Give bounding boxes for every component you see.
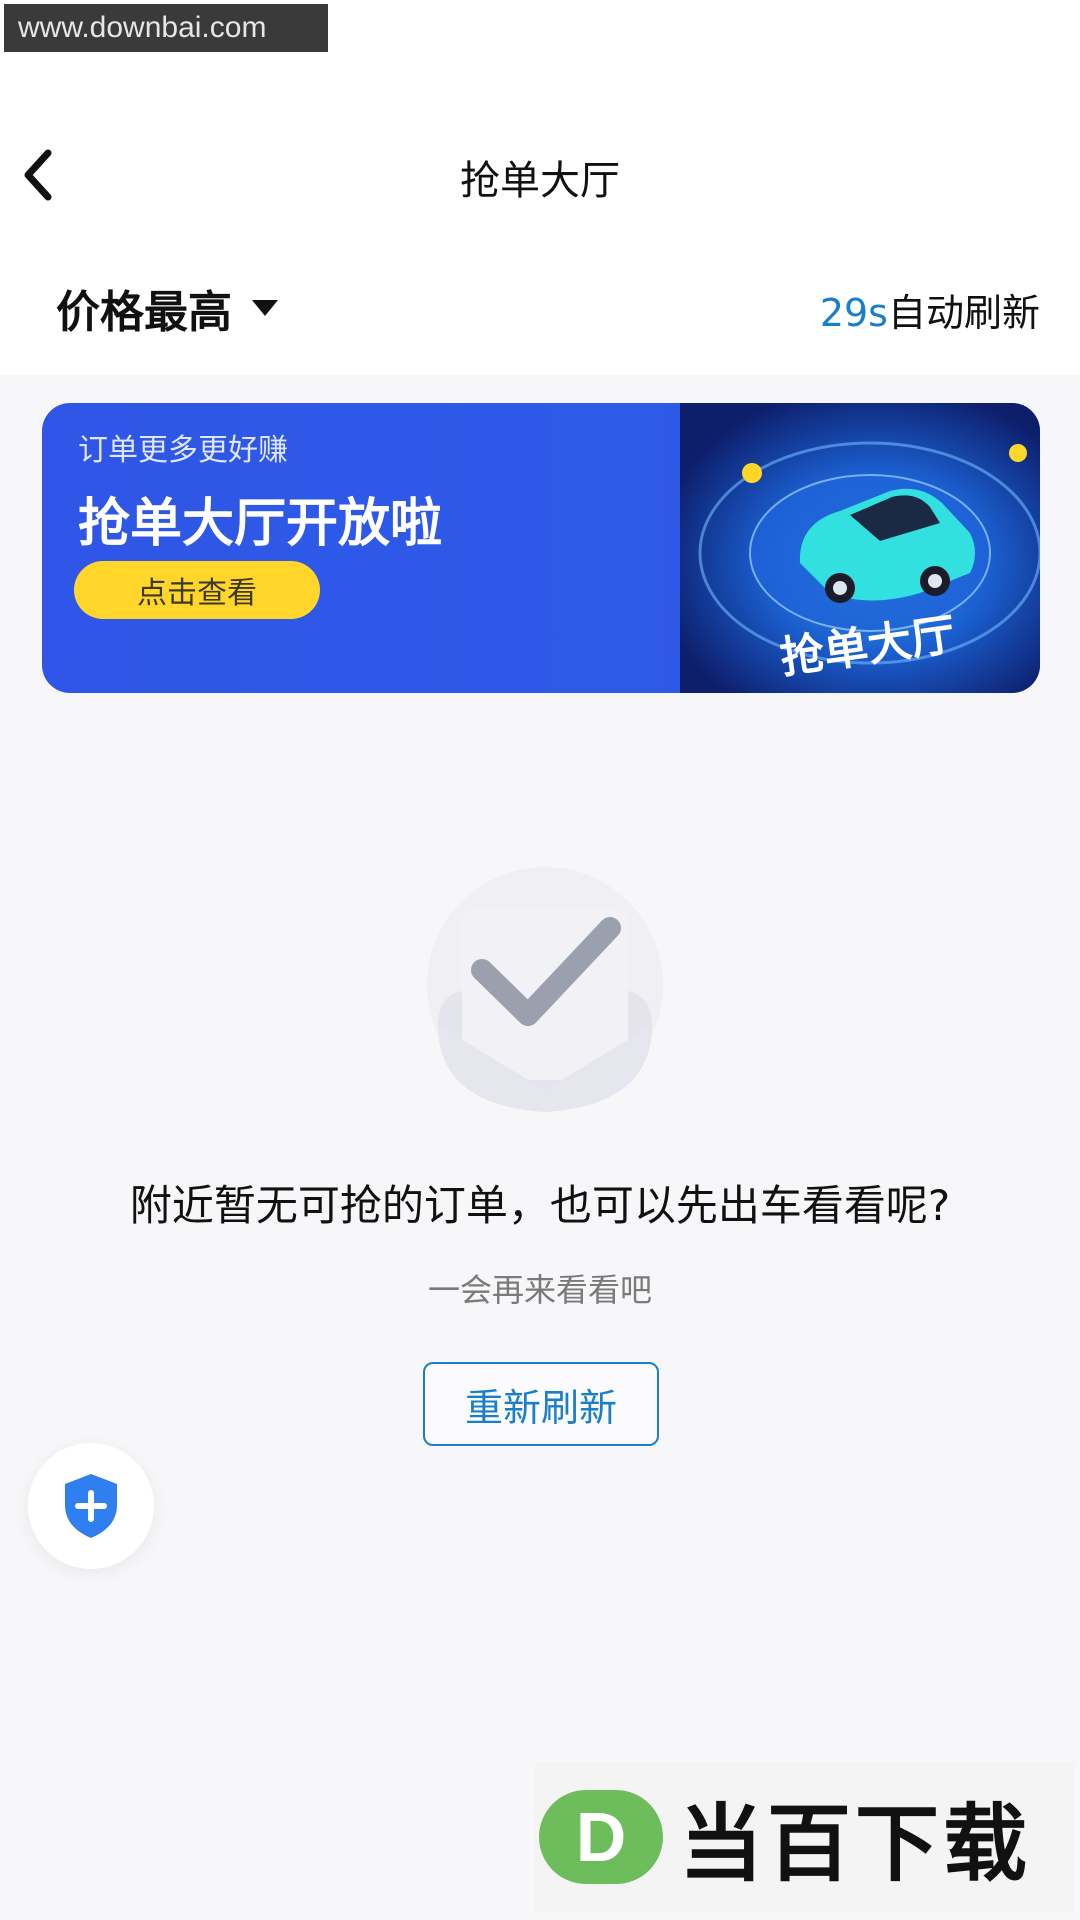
sort-dropdown[interactable]: 价格最高 [56, 278, 280, 338]
refresh-text: 自动刷新 [887, 291, 1040, 335]
sort-label: 价格最高 [56, 287, 232, 338]
empty-state-title: 附近暂无可抢的订单，也可以先出车看看呢? [129, 1181, 951, 1230]
auto-refresh-info: 29s 自动刷新 [820, 282, 1040, 337]
check-document-icon [427, 867, 663, 1112]
safety-shield-button[interactable] [28, 1443, 154, 1569]
banner-cta-button[interactable]: 点击查看 [74, 561, 320, 619]
header: 抢单大厅 价格最高 29s 自动刷新 [0, 0, 1080, 375]
empty-state-illustration [420, 850, 670, 1120]
shield-plus-icon [65, 1474, 117, 1538]
watermark-bottom: D 当百下载 [535, 1762, 1075, 1912]
refresh-button[interactable]: 重新刷新 [423, 1362, 659, 1446]
banner-subtitle: 订单更多更好赚 [78, 433, 288, 468]
banner-car-image: 抢单大厅 [680, 403, 1040, 693]
banner-art-text: 抢单大厅 [777, 609, 958, 684]
banner-title: 抢单大厅开放啦 [78, 494, 443, 554]
refresh-countdown: 29s [819, 291, 888, 335]
watermark-top: www.downbai.com [4, 4, 328, 52]
watermark-text: 当百下载 [679, 1794, 1032, 1893]
empty-state-subtitle: 一会再来看看吧 [427, 1271, 652, 1309]
promo-banner[interactable]: 订单更多更好赚 抢单大厅开放啦 点击查看 抢单大厅 [42, 403, 1040, 693]
watermark-logo: D [539, 1790, 663, 1884]
page-title: 抢单大厅 [460, 158, 620, 204]
caret-down-icon [252, 300, 278, 316]
